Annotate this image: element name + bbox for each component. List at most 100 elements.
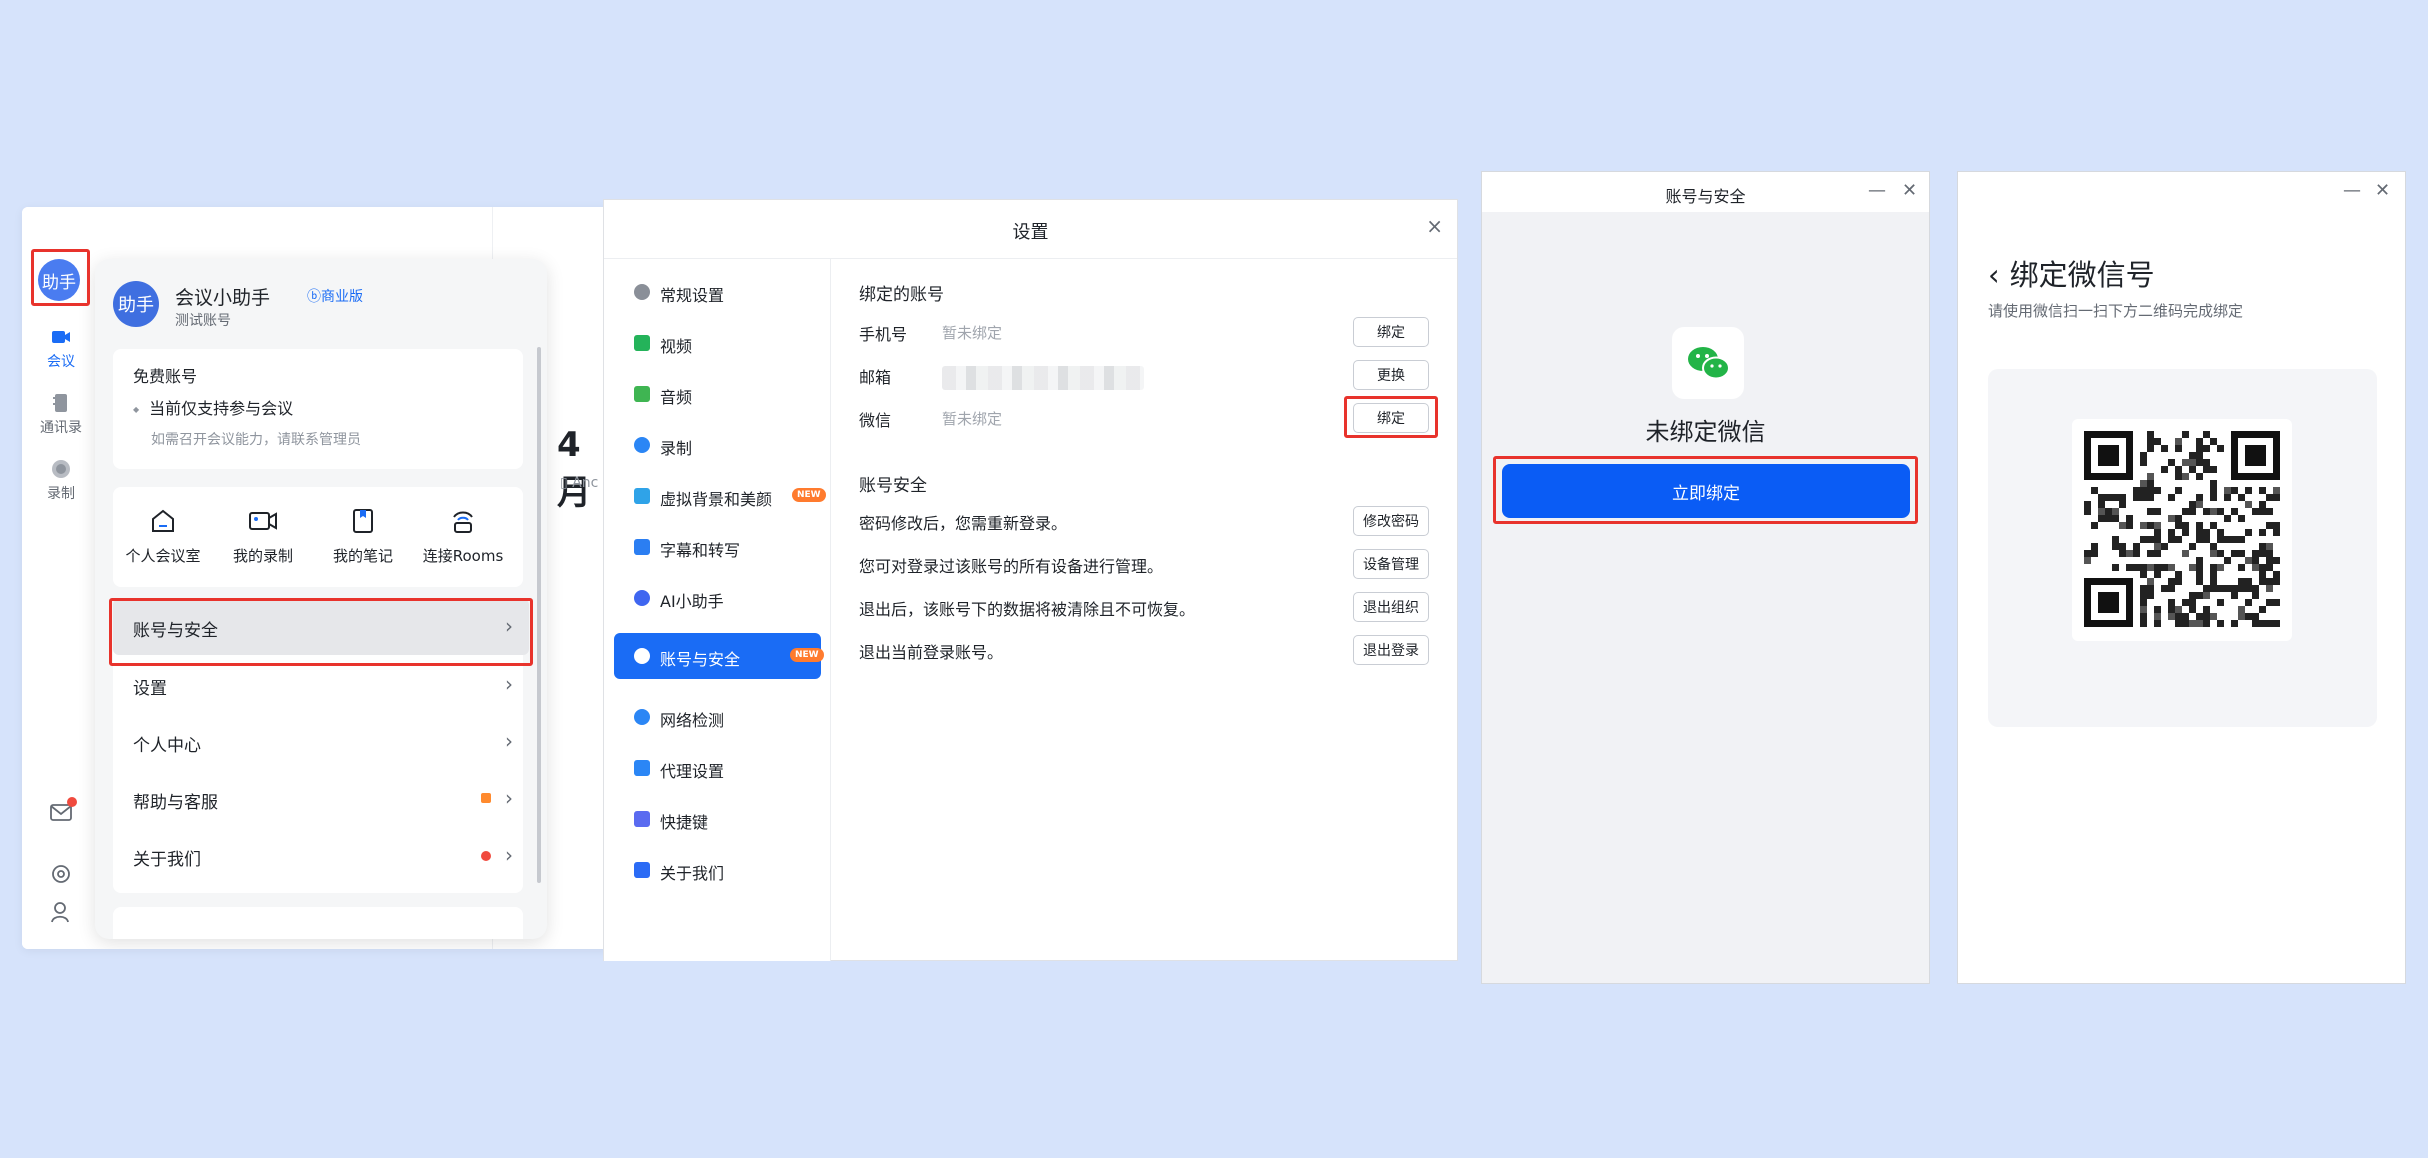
security-text-password: 密码修改后，您需重新登录。 — [859, 514, 1068, 533]
record-icon — [52, 460, 70, 478]
personal-room-button[interactable]: 个人会议室 — [113, 507, 213, 566]
sidebar-item-network[interactable]: 网络检测 — [614, 694, 821, 740]
address-book-icon — [53, 394, 67, 412]
minimize-icon[interactable]: — — [2343, 180, 2361, 201]
video-icon — [634, 335, 650, 351]
nav-contacts-label: 通讯录 — [40, 420, 82, 436]
user-avatar[interactable]: 助手 — [38, 259, 80, 301]
bind-wechat-button[interactable]: 绑定 — [1353, 403, 1429, 433]
account-subtitle: 测试账号 — [175, 313, 231, 329]
security-text-leave-org: 退出后，该账号下的数据将被清除且不可恢复。 — [859, 600, 1196, 619]
about-red-dot — [481, 851, 491, 861]
new-badge: NEW — [792, 488, 826, 502]
recording-camera-icon — [249, 512, 277, 530]
network-tree-icon — [634, 760, 650, 776]
wechat-value: 暂未绑定 — [942, 410, 1003, 428]
help-badge-icon — [481, 793, 491, 803]
menu-avatar: 助手 — [113, 281, 159, 327]
sidebar-item-video[interactable]: 视频 — [614, 320, 821, 366]
video-camera-icon — [52, 331, 70, 343]
record-icon — [634, 437, 650, 453]
mail-unread-dot — [67, 797, 77, 807]
bind-now-button[interactable]: 立即绑定 — [1502, 464, 1910, 518]
wechat-unbound-status: 未绑定微信 — [1645, 418, 1766, 446]
chevron-right-icon: › — [505, 729, 513, 753]
user-shield-icon — [634, 648, 650, 664]
rooms-cast-icon — [453, 511, 473, 533]
my-recordings-button[interactable]: 我的录制 — [213, 507, 313, 566]
phone-label: 手机号 — [859, 325, 908, 344]
sidebar-item-audio[interactable]: 音频 — [614, 371, 821, 417]
leave-organization-button[interactable]: 退出组织 — [1353, 592, 1429, 622]
quick-actions-card: 个人会议室 我的录制 我的笔记 连接Rooms — [113, 487, 523, 587]
date-subtext: ▯ Anc — [560, 475, 599, 491]
wechat-logo-tile — [1672, 327, 1744, 399]
qr-code-area — [1988, 369, 2377, 727]
bound-accounts-title: 绑定的账号 — [859, 285, 944, 305]
change-password-button[interactable]: 修改密码 — [1353, 506, 1429, 536]
menu-row-help[interactable]: 帮助与客服 › — [113, 771, 529, 827]
main-app-window: 助手 会议 通讯录 录制 4月 ▯ Anc 助手 会议小助手 ⓑ商业版 测试账号… — [22, 207, 612, 949]
menu-row-personal-center[interactable]: 个人中心 › — [113, 714, 529, 770]
user-popup-menu: 助手 会议小助手 ⓑ商业版 测试账号 免费账号 当前仅支持参与会议 如需召开会议… — [95, 259, 547, 939]
menu-row-about[interactable]: 关于我们 › — [113, 828, 529, 884]
nav-record[interactable]: 录制 — [22, 459, 100, 503]
close-icon[interactable]: ✕ — [1902, 180, 1917, 201]
notebook-icon — [353, 509, 373, 533]
bind-wechat-heading: ‹ 绑定微信号 — [1988, 258, 2155, 292]
portrait-icon — [634, 488, 650, 504]
sidebar-item-ai-assistant[interactable]: AI小助手 — [614, 575, 821, 621]
sidebar-item-about[interactable]: 关于我们 — [614, 847, 821, 893]
my-notes-button[interactable]: 我的笔记 — [313, 507, 413, 566]
sidebar-item-account-security[interactable]: 账号与安全 NEW — [614, 633, 824, 679]
security-text-devices: 您可对登录过该账号的所有设备进行管理。 — [859, 557, 1164, 576]
menu-bottom-card — [113, 907, 523, 939]
qr-code[interactable] — [2072, 419, 2292, 641]
back-chevron-icon[interactable]: ‹ — [1988, 258, 2000, 292]
bind-phone-button[interactable]: 绑定 — [1353, 317, 1429, 347]
chevron-right-icon: › — [505, 843, 513, 867]
chevron-right-icon: › — [505, 786, 513, 810]
menu-row-settings[interactable]: 设置 › — [113, 657, 529, 713]
edition-badge: ⓑ商业版 — [307, 289, 363, 305]
gear-icon — [634, 284, 650, 300]
bind-wechat-instructions: 请使用微信扫一扫下方二维码完成绑定 — [1988, 302, 2244, 320]
nav-record-label: 录制 — [47, 486, 75, 502]
logout-button[interactable]: 退出登录 — [1353, 635, 1429, 665]
wechat-icon — [1688, 347, 1730, 380]
account-security-title: 账号安全 — [859, 476, 927, 496]
chevron-right-icon: › — [505, 672, 513, 696]
keyboard-icon — [634, 811, 650, 827]
chevron-right-icon: › — [505, 614, 513, 638]
nav-contacts[interactable]: 通讯录 — [22, 393, 100, 437]
device-management-button[interactable]: 设备管理 — [1353, 549, 1429, 579]
free-account-line: 当前仅支持参与会议 — [133, 395, 293, 419]
settings-title: 设置 — [1012, 222, 1049, 243]
nav-meeting[interactable]: 会议 — [22, 327, 100, 371]
sidebar-item-captions[interactable]: 字幕和转写 — [614, 524, 821, 570]
sidebar-item-proxy[interactable]: 代理设置 — [614, 745, 821, 791]
sidebar-item-shortcuts[interactable]: 快捷键 — [614, 796, 821, 842]
window-titlebar: 账号与安全 — ✕ — [1482, 172, 1929, 212]
sidebar-item-virtual-background[interactable]: 虚拟背景和美颜 NEW — [614, 473, 826, 519]
qr-code-container — [2072, 419, 2292, 641]
sidebar-item-general[interactable]: 常规设置 — [614, 269, 821, 315]
bind-wechat-window: — ✕ ‹ 绑定微信号 请使用微信扫一扫下方二维码完成绑定 — [1957, 171, 2406, 984]
menu-scrollbar[interactable] — [537, 347, 541, 883]
settings-window: 设置 × 常规设置 视频 音频 录制 虚拟背景和美颜 NEW 字幕和转写 AI小… — [603, 199, 1458, 961]
close-icon[interactable]: ✕ — [2375, 180, 2390, 201]
sidebar-item-recording[interactable]: 录制 — [614, 422, 821, 468]
new-badge: NEW — [790, 648, 824, 662]
left-nav-bar: 助手 会议 通讯录 录制 — [22, 207, 100, 949]
user-profile-icon[interactable] — [48, 899, 74, 925]
user-name: 会议小助手 — [175, 287, 271, 309]
email-value-redacted — [942, 366, 1144, 390]
gear-icon[interactable] — [48, 861, 74, 887]
menu-row-account-security[interactable]: 账号与安全 › — [113, 599, 529, 655]
change-email-button[interactable]: 更换 — [1353, 360, 1429, 390]
home-icon — [152, 509, 174, 532]
free-account-hint: 如需召开会议能力，请联系管理员 — [151, 432, 361, 448]
minimize-icon[interactable]: — — [1868, 180, 1886, 201]
close-icon[interactable]: × — [1426, 214, 1443, 238]
connect-rooms-button[interactable]: 连接Rooms — [413, 507, 513, 566]
